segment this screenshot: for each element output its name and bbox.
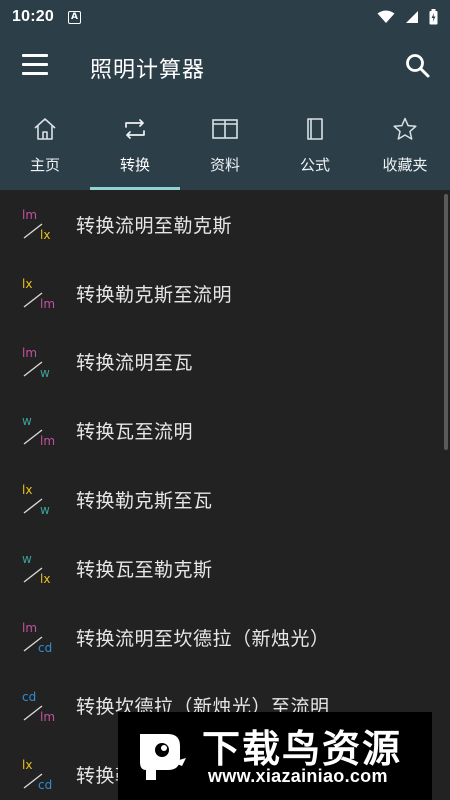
list-item-label: 转换瓦至流明 bbox=[76, 421, 194, 444]
watermark-banner: 下载鸟资源 www.xiazainiao.com bbox=[118, 712, 432, 800]
bird-logo-icon bbox=[140, 734, 186, 780]
unit-ratio-icon: w lm bbox=[0, 396, 76, 465]
svg-text:lm: lm bbox=[22, 208, 37, 222]
list-item[interactable]: lm lx 转换流明至勒克斯 bbox=[0, 190, 450, 259]
svg-text:lm: lm bbox=[22, 346, 37, 360]
watermark-url: www.xiazainiao.com bbox=[208, 766, 388, 786]
status-icons bbox=[377, 9, 438, 25]
unit-ratio-icon: w lx bbox=[0, 534, 76, 603]
svg-text:lm: lm bbox=[22, 621, 37, 635]
svg-text:cd: cd bbox=[22, 690, 36, 704]
scrollbar[interactable] bbox=[444, 194, 448, 450]
svg-text:w: w bbox=[22, 552, 32, 566]
tab-label: 转换 bbox=[119, 156, 150, 174]
notification-icon: A bbox=[67, 10, 81, 24]
list-item-label: 转换流明至勒克斯 bbox=[76, 214, 233, 237]
tab-favorites[interactable]: 收藏夹 bbox=[360, 98, 450, 190]
watermark-brand: 下载鸟资源 bbox=[202, 727, 403, 771]
unit-ratio-icon: lm lx bbox=[0, 190, 76, 259]
tab-bar: 主页 转换 资料 公式 收藏夹 bbox=[0, 98, 450, 190]
list-item[interactable]: lm cd 转换流明至坎德拉（新烛光） bbox=[0, 603, 450, 672]
svg-text:lm: lm bbox=[40, 434, 55, 448]
conversion-list: lm lx 转换流明至勒克斯 lx lm 转换勒克斯至流明 lm w 转换流明至… bbox=[0, 190, 450, 800]
unit-ratio-icon: lm w bbox=[0, 328, 76, 397]
book-icon bbox=[307, 118, 323, 140]
list-item[interactable]: lm w 转换流明至瓦 bbox=[0, 328, 450, 397]
list-item[interactable]: lx lm 转换勒克斯至流明 bbox=[0, 259, 450, 328]
app-title: 照明计算器 bbox=[90, 58, 206, 83]
star-icon bbox=[393, 117, 417, 140]
search-button[interactable] bbox=[404, 52, 432, 80]
battery-icon bbox=[429, 9, 438, 25]
unit-ratio-icon: lx cd bbox=[0, 740, 76, 800]
list-item[interactable]: w lm 转换瓦至流明 bbox=[0, 396, 450, 465]
list-item-label: 转换勒克斯至瓦 bbox=[76, 490, 213, 513]
unit-ratio-icon: lx lm bbox=[0, 259, 76, 328]
home-icon bbox=[34, 118, 56, 140]
svg-text:w: w bbox=[40, 503, 50, 517]
unit-ratio-icon: lm cd bbox=[0, 603, 76, 672]
svg-text:lx: lx bbox=[22, 483, 32, 497]
svg-text:cd: cd bbox=[38, 778, 52, 792]
list-item-label: 转换流明至坎德拉（新烛光） bbox=[76, 627, 330, 650]
svg-text:lm: lm bbox=[40, 710, 55, 724]
tab-formulas[interactable]: 公式 bbox=[270, 98, 360, 190]
signal-icon bbox=[406, 11, 418, 23]
svg-text:lx: lx bbox=[22, 277, 32, 291]
tab-reference[interactable]: 资料 bbox=[180, 98, 270, 190]
list-item[interactable]: lx w 转换勒克斯至瓦 bbox=[0, 465, 450, 534]
svg-text:cd: cd bbox=[38, 641, 52, 655]
tab-label: 收藏夹 bbox=[382, 156, 428, 174]
status-bar: 10:20 A bbox=[0, 0, 450, 34]
svg-text:lx: lx bbox=[22, 758, 32, 772]
unit-ratio-icon: lx w bbox=[0, 465, 76, 534]
swap-icon bbox=[125, 119, 145, 139]
tab-home[interactable]: 主页 bbox=[0, 98, 90, 190]
list-item-label: 转换流明至瓦 bbox=[76, 352, 194, 375]
tab-label: 资料 bbox=[209, 156, 240, 174]
tab-label: 公式 bbox=[299, 156, 330, 174]
app-bar: 照明计算器 bbox=[0, 34, 450, 98]
svg-text:w: w bbox=[40, 366, 50, 380]
hamburger-menu-icon bbox=[22, 54, 48, 75]
svg-text:lx: lx bbox=[40, 572, 50, 586]
svg-text:lx: lx bbox=[40, 228, 50, 242]
list-item[interactable]: w lx 转换瓦至勒克斯 bbox=[0, 534, 450, 603]
svg-text:lm: lm bbox=[40, 297, 55, 311]
tab-label: 主页 bbox=[29, 156, 60, 174]
list-item-label: 转换瓦至勒克斯 bbox=[76, 558, 213, 581]
wifi-icon bbox=[377, 10, 395, 23]
unit-ratio-icon: cd lm bbox=[0, 672, 76, 741]
tab-convert[interactable]: 转换 bbox=[90, 98, 180, 190]
list-item-label: 转换勒克斯至流明 bbox=[76, 283, 233, 306]
search-icon bbox=[406, 54, 430, 78]
book-open-icon bbox=[212, 119, 238, 139]
status-time: 10:20 bbox=[12, 8, 54, 25]
menu-button[interactable] bbox=[22, 54, 48, 76]
svg-text:w: w bbox=[22, 414, 32, 428]
